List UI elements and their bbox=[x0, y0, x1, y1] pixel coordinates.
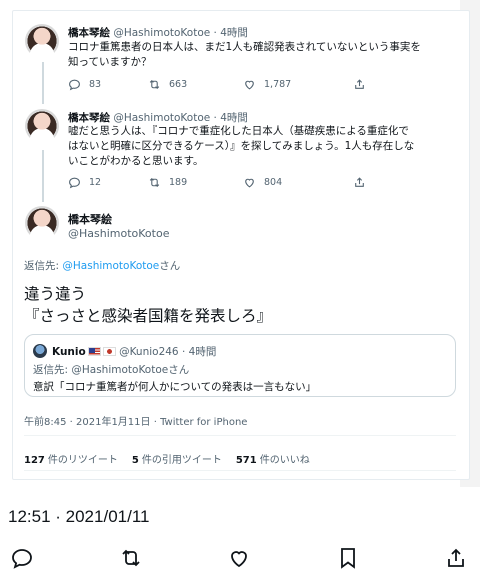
reply-to-handle[interactable]: @HashimotoKotoe bbox=[62, 260, 159, 272]
screenshot: 橋本琴絵 @HashimotoKotoe · 4時間 コロナ重篤患者の日本人は、… bbox=[0, 0, 480, 587]
retweet-button[interactable]: 663 bbox=[148, 78, 243, 91]
retweet-icon bbox=[149, 79, 160, 90]
like-icon bbox=[231, 551, 247, 568]
thread-connector bbox=[42, 62, 44, 104]
retweet-count: 663 bbox=[169, 79, 188, 90]
author-name[interactable]: 橋本琴絵 bbox=[68, 211, 112, 227]
reply-icon bbox=[69, 177, 80, 189]
author-handle: @Kunio246 bbox=[119, 346, 179, 358]
like-icon bbox=[245, 80, 254, 90]
reply-icon bbox=[69, 79, 80, 91]
tweet-text-line: 嘘だと思う人は、『コロナで重症化した日本人（基礎疾患による重症化で bbox=[68, 125, 409, 137]
like-icon bbox=[245, 178, 254, 188]
quoted-tweet-header: Kunio @Kunio246 · 4時間 bbox=[52, 344, 216, 359]
tweet-header: 橋本琴絵 @HashimotoKotoe · 4時間 bbox=[68, 25, 248, 40]
quotes-stat[interactable]: 5 件の引用ツイート bbox=[132, 451, 222, 466]
tweet-text: コロナ重篤患者の日本人は、まだ1人も確認発表されていないという事実を 知っていま… bbox=[68, 40, 421, 70]
post-time: 12:51 · 2021/01/11 bbox=[8, 507, 150, 526]
quotes-count: 5 bbox=[131, 455, 139, 466]
quotes-label: 件の引用ツイート bbox=[141, 455, 222, 466]
reply-count: 83 bbox=[89, 79, 102, 90]
like-count: 1,787 bbox=[264, 79, 292, 90]
divider bbox=[24, 470, 456, 471]
tweet-text-line: 知っていますか？ bbox=[68, 56, 152, 68]
share-icon bbox=[448, 548, 464, 567]
tweet-text: 嘘だと思う人は、『コロナで重症化した日本人（基礎疾患による重症化で はないと明確… bbox=[68, 124, 414, 169]
thread-connector bbox=[42, 150, 44, 202]
share-button[interactable] bbox=[444, 546, 468, 574]
bookmark-button[interactable] bbox=[336, 546, 360, 574]
tweet-time[interactable]: · 4時間 bbox=[214, 112, 248, 124]
tweet-text-line: 違う違う bbox=[24, 285, 87, 303]
tweet-text-line: コロナ重篤患者の日本人は、まだ1人も確認発表されていないという事実を bbox=[68, 41, 421, 53]
reply-to: 返信先: @HashimotoKotoeさん bbox=[24, 258, 180, 273]
author-handle[interactable]: @HashimotoKotoe bbox=[113, 112, 210, 124]
tweet-actions: 12 189 804 bbox=[68, 176, 448, 189]
retweet-button[interactable]: 189 bbox=[148, 176, 243, 189]
main-tweet-text: 違う違う 『さっさと感染者国籍を発表しろ』 bbox=[24, 283, 272, 327]
author-name[interactable]: 橋本琴絵 bbox=[68, 112, 110, 124]
retweet-icon bbox=[121, 549, 140, 567]
like-button[interactable]: 804 bbox=[243, 176, 353, 189]
tweet-text-line: 『さっさと感染者国籍を発表しろ』 bbox=[24, 307, 273, 325]
share-icon bbox=[355, 177, 364, 187]
like-count: 804 bbox=[264, 177, 283, 188]
retweet-icon bbox=[149, 177, 160, 188]
reply-icon bbox=[12, 549, 32, 569]
like-button[interactable]: 1,787 bbox=[243, 78, 353, 91]
share-icon bbox=[355, 79, 364, 89]
retweet-button[interactable] bbox=[119, 546, 143, 574]
retweets-count: 127 bbox=[24, 455, 45, 466]
reply-button[interactable] bbox=[10, 546, 34, 574]
quoted-tweet-text: 意訳「コロナ重篤者が何人かについての発表は一言もない」 bbox=[33, 381, 317, 393]
tweet-time: · 4時間 bbox=[181, 346, 217, 358]
tweet-text-line: いことがわかると思います。 bbox=[68, 155, 204, 167]
avatar bbox=[33, 344, 47, 358]
tweet-timestamp[interactable]: 午前8:45 · 2021年1月11日 · Twitter for iPhone bbox=[24, 413, 247, 428]
reply-count: 12 bbox=[89, 177, 102, 188]
likes-count: 571 bbox=[235, 455, 257, 466]
reply-button[interactable]: 83 bbox=[68, 78, 148, 91]
author-handle[interactable]: @HashimotoKotoe bbox=[68, 227, 169, 240]
reply-to: 返信先: @HashimotoKotoeさん bbox=[33, 364, 190, 376]
tweet-stats: 127 件のリツイート 5 件の引用ツイート 571 件のいいね bbox=[24, 451, 310, 466]
tweet-header: 橋本琴絵 @HashimotoKotoe · 4時間 bbox=[68, 110, 248, 125]
likes-label: 件のいいね bbox=[259, 455, 310, 466]
us-flag-icon bbox=[87, 347, 101, 356]
author-name[interactable]: 橋本琴絵 bbox=[68, 27, 110, 39]
reply-to-suffix: さん bbox=[159, 260, 181, 272]
avatar[interactable] bbox=[25, 24, 59, 58]
retweet-count: 189 bbox=[169, 177, 188, 188]
tweet-actions: 83 663 1,787 bbox=[68, 78, 448, 91]
reply-to-label: 返信先: bbox=[24, 260, 63, 272]
like-button[interactable] bbox=[227, 546, 251, 574]
author-handle[interactable]: @HashimotoKotoe bbox=[113, 27, 210, 39]
reply-button[interactable]: 12 bbox=[68, 176, 148, 189]
tweet-text-line: はないと明確に区分できるケース）』を探してみましょう。1人も存在しな bbox=[68, 140, 415, 152]
author-name: Kunio bbox=[52, 346, 86, 358]
avatar[interactable] bbox=[25, 109, 59, 143]
share-button[interactable] bbox=[353, 78, 366, 91]
avatar[interactable] bbox=[25, 206, 59, 240]
divider bbox=[24, 435, 456, 436]
quoted-tweet[interactable]: Kunio @Kunio246 · 4時間 返信先: @HashimotoKot… bbox=[24, 334, 456, 397]
share-button[interactable] bbox=[353, 176, 366, 189]
retweets-label: 件のリツイート bbox=[47, 455, 118, 466]
tweet-time[interactable]: · 4時間 bbox=[214, 27, 248, 39]
likes-stat[interactable]: 571 件のいいね bbox=[236, 451, 310, 466]
japan-flag-icon bbox=[102, 347, 116, 356]
bookmark-icon bbox=[340, 548, 355, 569]
action-bar bbox=[0, 540, 480, 580]
retweets-stat[interactable]: 127 件のリツイート bbox=[24, 451, 118, 466]
